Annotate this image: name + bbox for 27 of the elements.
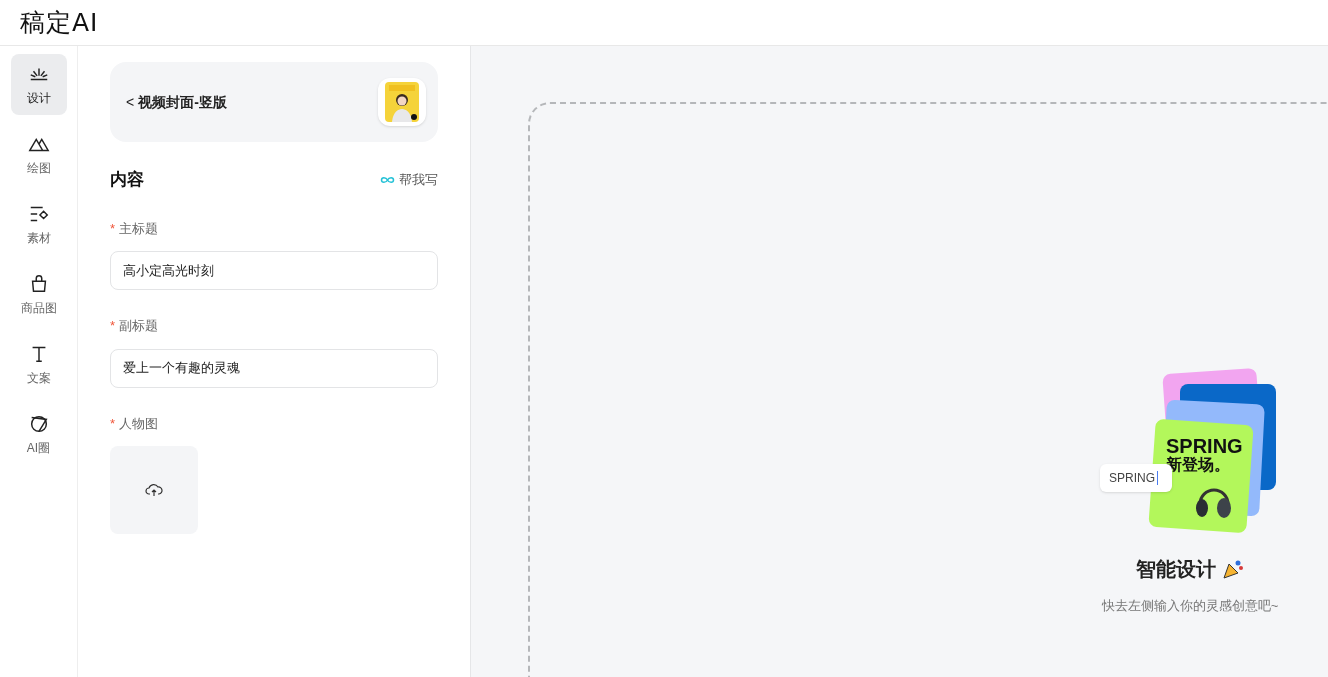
nav-item[interactable]: 绘图 [10, 124, 67, 185]
nav-item[interactable]: 商品图 [10, 264, 67, 325]
required-mark: * [110, 414, 116, 433]
required-mark: * [110, 219, 116, 238]
back-arrow[interactable]: < [126, 91, 135, 113]
field-label: 人物图 [119, 414, 159, 433]
template-card[interactable]: < 视频封面-竖版 [110, 62, 438, 142]
thumbnail-frame[interactable] [378, 78, 426, 126]
input-field[interactable]: 高小定高光时刻 [110, 251, 438, 290]
empty-state-title: 智能设计 [1136, 557, 1216, 583]
required-mark: * [110, 317, 116, 335]
template-title: 视频封面-竖版 [138, 92, 227, 112]
field-label: 主标题 [119, 219, 159, 238]
nav-item[interactable]: 设计 [10, 54, 67, 115]
infinity-icon [380, 175, 395, 184]
empty-state-subtitle: 快去左侧输入你的灵感创意吧~ [1101, 597, 1279, 616]
nav-item[interactable]: 素材 [10, 194, 67, 255]
cloud-upload-icon [145, 483, 163, 497]
nav-item[interactable]: 文案 [10, 334, 67, 395]
field-label: 副标题 [119, 317, 159, 335]
party-popper-icon [1222, 558, 1244, 581]
card-title: SPRING [1166, 436, 1243, 457]
section-title: 内容 [110, 169, 144, 191]
logo[interactable]: 稿定AI [20, 3, 99, 42]
input-field[interactable]: 爱上一个有趣的灵魂 [110, 348, 438, 388]
nav-item[interactable]: AI圈 [10, 404, 67, 465]
help-write-button[interactable]: 帮我写 [380, 170, 438, 190]
